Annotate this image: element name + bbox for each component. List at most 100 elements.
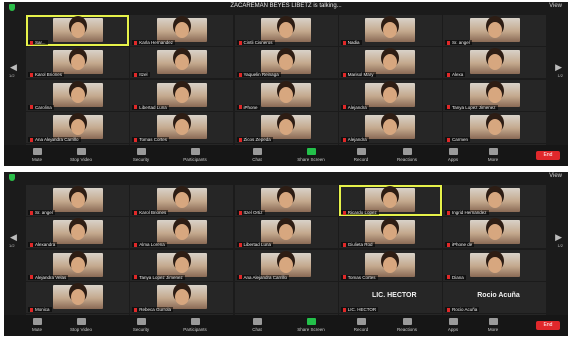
participant-tile[interactable]: Marisol Mary bbox=[338, 47, 442, 79]
participant-tile[interactable] bbox=[234, 281, 338, 313]
muted-mic-icon bbox=[238, 243, 242, 248]
end-meeting-button[interactable]: End bbox=[536, 321, 560, 330]
participant-name-label: Ricardo Lopez bbox=[340, 210, 379, 215]
participant-tile[interactable]: Sr. angel bbox=[26, 185, 129, 216]
participant-tile[interactable]: Tanya Lopez Jimenez bbox=[443, 79, 546, 111]
participant-tile[interactable]: Tomas Cortes bbox=[338, 249, 442, 281]
toolbar-button-participants[interactable]: Participants bbox=[176, 148, 214, 162]
toolbar-button-mute[interactable]: Mute bbox=[18, 148, 56, 162]
participant-tile[interactable]: Ricardo Lopez bbox=[338, 185, 442, 216]
participant-tile[interactable]: Alma Lorena bbox=[130, 217, 234, 249]
toolbar-button-more[interactable]: More bbox=[474, 148, 512, 162]
participant-tile[interactable]: Tanya Lopez Jimenez bbox=[130, 249, 234, 281]
participant-tile[interactable]: Rocio Acuña Rocio Acuña bbox=[443, 281, 546, 313]
toolbar-button-participants[interactable]: Participants bbox=[176, 318, 214, 332]
meeting-toolbar: End Mute Stop Video Security Participants Ch… bbox=[4, 315, 568, 336]
view-button[interactable]: View bbox=[549, 3, 562, 9]
toolbar-button-security[interactable]: Security bbox=[122, 318, 160, 332]
participant-tile[interactable]: Ingrid Hernandez bbox=[443, 185, 546, 216]
participant-name-label: Carmen bbox=[445, 136, 471, 142]
participant-video bbox=[365, 82, 416, 107]
participant-tile[interactable]: Yaquelin Reinaga bbox=[234, 47, 338, 79]
participant-tile[interactable]: Sr. angel bbox=[443, 15, 546, 46]
toolbar-button-share-screen[interactable]: Share Screen bbox=[292, 148, 330, 162]
prev-page-arrow-icon[interactable]: ◀ bbox=[10, 62, 17, 73]
muted-mic-icon bbox=[134, 243, 138, 248]
toolbar-button-more[interactable]: More bbox=[474, 318, 512, 332]
participant-tile[interactable]: Itzel Ortiz bbox=[234, 185, 338, 216]
participant-tile[interactable]: Carmen bbox=[443, 111, 546, 143]
muted-mic-icon bbox=[134, 137, 138, 142]
toolbar-button-share-screen[interactable]: Share Screen bbox=[292, 318, 330, 332]
participant-tile[interactable]: Alexandra bbox=[26, 217, 129, 249]
mute-icon bbox=[32, 148, 42, 155]
participant-video bbox=[52, 252, 103, 277]
participant-name-label: Karol Briones bbox=[132, 210, 169, 215]
muted-mic-icon bbox=[342, 307, 346, 312]
more-icon bbox=[488, 148, 498, 155]
participant-tile[interactable]: Alejandra Velas bbox=[26, 249, 129, 281]
participant-face bbox=[174, 54, 189, 71]
participant-name-label: Nadia bbox=[340, 40, 362, 45]
participant-video bbox=[52, 18, 103, 42]
participants-icon bbox=[190, 318, 200, 325]
participant-tile[interactable]: Karla Hernandez bbox=[130, 15, 234, 46]
toolbar-button-label: Chat bbox=[252, 327, 262, 332]
participant-tile[interactable]: Ana Alejandra Carrillo bbox=[26, 111, 129, 143]
participant-tile[interactable]: Carolina bbox=[26, 79, 129, 111]
participant-tile[interactable]: Rebeca Gurrola bbox=[130, 281, 234, 313]
toolbar-button-chat[interactable]: Chat bbox=[238, 148, 276, 162]
participant-tile[interactable]: Alejandra bbox=[338, 79, 442, 111]
participant-face bbox=[70, 192, 85, 208]
toolbar-button-record[interactable]: Record bbox=[342, 318, 380, 332]
participant-name-label: Alejandra bbox=[340, 104, 369, 110]
participant-name-text: Alma Lorena bbox=[139, 242, 165, 248]
participant-name-label: Cintli Cisneros bbox=[236, 40, 275, 45]
toolbar-button-stop-video[interactable]: Stop Video bbox=[62, 148, 100, 162]
participant-name-label: Tomas Cortes bbox=[132, 136, 170, 142]
muted-mic-icon bbox=[238, 275, 242, 280]
muted-mic-icon bbox=[238, 73, 242, 78]
toolbar-button-apps[interactable]: Apps bbox=[434, 148, 472, 162]
participant-tile[interactable]: Giulieta Rod bbox=[338, 217, 442, 249]
toolbar-button-label: Apps bbox=[447, 157, 459, 162]
participant-tile[interactable]: Sar... bbox=[26, 15, 129, 46]
participant-tile[interactable]: Itzel bbox=[130, 47, 234, 79]
toolbar-button-mute[interactable]: Mute bbox=[18, 318, 56, 332]
participant-tile[interactable]: Ana Alejandra Carrillo bbox=[234, 249, 338, 281]
participant-tile[interactable]: Libertad Luna bbox=[234, 217, 338, 249]
participant-tile[interactable]: LIC. HECTOR LIC. HECTOR bbox=[338, 281, 442, 313]
toolbar-button-reactions[interactable]: Reactions bbox=[388, 318, 426, 332]
toolbar-button-record[interactable]: Record bbox=[342, 148, 380, 162]
participant-tile[interactable]: Cintli Cisneros bbox=[234, 15, 338, 46]
participant-tile[interactable]: Libertad Luna bbox=[130, 79, 234, 111]
apps-icon bbox=[448, 318, 458, 325]
toolbar-button-security[interactable]: Security bbox=[122, 148, 160, 162]
participant-video bbox=[469, 50, 520, 75]
end-meeting-button[interactable]: End bbox=[536, 151, 560, 160]
view-button[interactable]: View bbox=[549, 173, 562, 179]
participant-tile[interactable]: Nadia bbox=[338, 15, 442, 46]
participant-name-label: Karol Briones bbox=[28, 72, 65, 78]
participant-tile[interactable]: Diana bbox=[443, 249, 546, 281]
toolbar-button-reactions[interactable]: Reactions bbox=[388, 148, 426, 162]
participant-tile[interactable]: iPhone de bbox=[443, 217, 546, 249]
toolbar-button-stop-video[interactable]: Stop Video bbox=[62, 318, 100, 332]
prev-page-arrow-icon[interactable]: ◀ bbox=[10, 232, 17, 243]
next-page-arrow-icon[interactable]: ▶ bbox=[555, 62, 562, 73]
next-page-arrow-icon[interactable]: ▶ bbox=[555, 232, 562, 243]
participant-tile[interactable]: Zicos Zepeda bbox=[234, 111, 338, 143]
participant-tile[interactable]: Tomas Cortes bbox=[130, 111, 234, 143]
toolbar-button-label: Reactions bbox=[396, 157, 417, 162]
participant-tile[interactable]: Alejandra bbox=[338, 111, 442, 143]
participant-tile[interactable]: Monica bbox=[26, 281, 129, 313]
participant-tile[interactable]: Karol Briones bbox=[26, 47, 129, 79]
meeting-toolbar: End Mute Stop Video Security Participants Ch… bbox=[4, 145, 568, 166]
participant-tile[interactable]: Karol Briones bbox=[130, 185, 234, 216]
participant-name-text: Cintli Cisneros bbox=[243, 40, 273, 45]
participant-name-text: Itzel bbox=[139, 72, 148, 78]
participant-tile[interactable]: Alexa bbox=[443, 47, 546, 79]
toolbar-button-apps[interactable]: Apps bbox=[434, 318, 472, 332]
toolbar-button-chat[interactable]: Chat bbox=[238, 318, 276, 332]
participant-tile[interactable]: iPhone bbox=[234, 79, 338, 111]
